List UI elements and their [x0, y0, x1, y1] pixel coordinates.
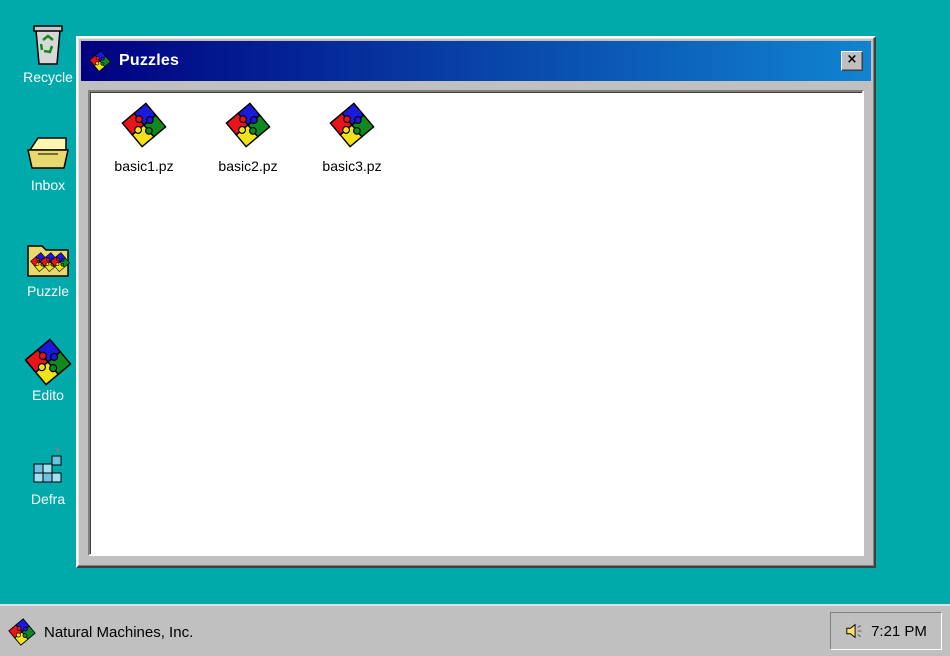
puzzle-editor-icon	[24, 338, 72, 386]
file-item-basic2[interactable]: basic2.pz	[204, 102, 292, 174]
start-label: Natural Machines, Inc.	[44, 623, 194, 641]
file-item-basic1[interactable]: basic1.pz	[100, 102, 188, 174]
file-label: basic3.pz	[322, 158, 382, 174]
inbox-icon	[27, 137, 69, 169]
clock[interactable]: 7:21 PM	[871, 623, 927, 640]
file-view[interactable]: basic1.pz basic2.pz basic3.pz	[88, 90, 864, 556]
puzzle-folder-icon	[27, 245, 70, 277]
file-item-basic3[interactable]: basic3.pz	[308, 102, 396, 174]
system-tray: 7:21 PM	[830, 612, 942, 650]
puzzle-logo-icon	[8, 618, 36, 646]
taskbar: Natural Machines, Inc. 7:21 PM	[0, 604, 950, 656]
start-button[interactable]: Natural Machines, Inc.	[8, 618, 193, 646]
title-bar[interactable]: Puzzles ×	[81, 41, 871, 81]
close-icon: ×	[846, 52, 858, 67]
puzzle-app-icon	[89, 50, 111, 72]
puzzles-window[interactable]: Puzzles × basic1.pz basic2.pz basic3.pz	[76, 36, 876, 568]
window-title: Puzzles	[119, 52, 180, 69]
defrag-icon	[33, 446, 62, 483]
file-label: basic2.pz	[218, 158, 278, 174]
puzzle-file-icon	[225, 102, 271, 148]
puzzle-file-icon	[329, 102, 375, 148]
puzzle-file-icon	[121, 102, 167, 148]
speaker-icon[interactable]	[845, 621, 867, 641]
recycle-bin-icon	[33, 25, 63, 65]
file-label: basic1.pz	[114, 158, 174, 174]
close-button[interactable]: ×	[841, 51, 863, 71]
